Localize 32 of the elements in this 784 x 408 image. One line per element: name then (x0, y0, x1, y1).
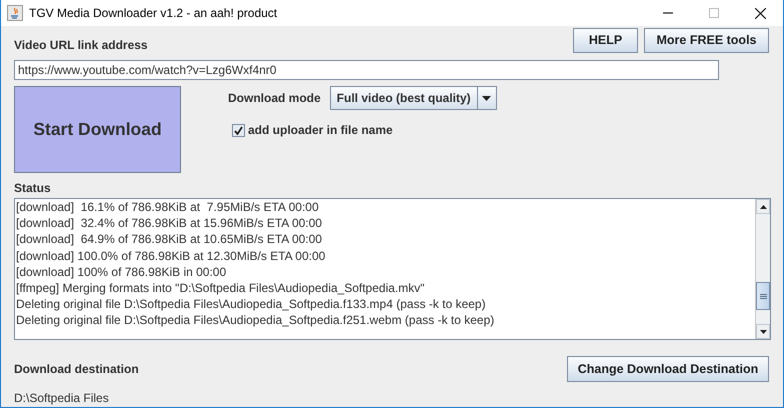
destination-label: Download destination (14, 361, 139, 378)
log-line: [download] 64.9% of 786.98KiB at 10.65MiB/s ETA 00:00 (16, 231, 323, 248)
url-label: Video URL link address (14, 37, 148, 54)
scrollbar-thumb[interactable] (756, 282, 770, 310)
log-line: [download] 16.1% of 786.98KiB at 7.95MiB/s ETA 00:00 (16, 199, 320, 216)
change-destination-button[interactable]: Change Download Destination (567, 356, 769, 382)
log-line: Deleting original file D:\Softpedia Files\Audiopedia_Softpedia.f133.mp4 (pass -k to keep) (16, 296, 487, 312)
status-label: Status (14, 180, 52, 197)
up-arrow-icon (760, 204, 766, 208)
url-field[interactable]: https://www.youtube.com/watch?v=Lzg6Wxf4nr0 (14, 60, 719, 80)
log-line: Deleting original file D:\Softpedia Files\Audiopedia_Softpedia.f251.webm (pass -k to keep) (16, 312, 496, 329)
scroll-up-button[interactable] (756, 199, 770, 214)
uploader-checkbox[interactable] (232, 124, 245, 136)
maximize-icon (709, 8, 719, 18)
destination-path: D:\Softpedia Files (14, 390, 110, 407)
download-mode-dropdown[interactable]: Full video (best quality) (330, 86, 497, 110)
log-line: [download] 32.4% of 786.98KiB at 15.96MiB/s ETA 00:00 (16, 215, 323, 232)
download-mode-label: Download mode (228, 90, 321, 107)
java-app-icon (7, 5, 23, 21)
grip-icon (760, 294, 766, 298)
log-line: [download] 100.0% of 786.98KiB at 12.30MiB/s ETA 00:00 (16, 248, 326, 264)
start-download-button[interactable]: Start Download (14, 86, 181, 173)
log-line: [ffmpeg] Merging formats into "D:\Softpedia Files\Audiopedia_Softpedia.mkv" (16, 280, 426, 296)
uploader-option-label: add uploader in file name (248, 122, 393, 139)
log-line: [download] 100% of 786.98KiB in 00:00 (16, 264, 228, 280)
more-tools-button[interactable]: More FREE tools (644, 28, 769, 53)
window-title: TGV Media Downloader v1.2 - an aah! product (29, 5, 278, 22)
down-arrow-icon (760, 330, 766, 334)
dropdown-arrow-icon (482, 96, 492, 100)
help-button[interactable]: HELP (573, 28, 638, 53)
close-icon (754, 8, 766, 18)
scroll-down-button[interactable] (756, 324, 770, 339)
